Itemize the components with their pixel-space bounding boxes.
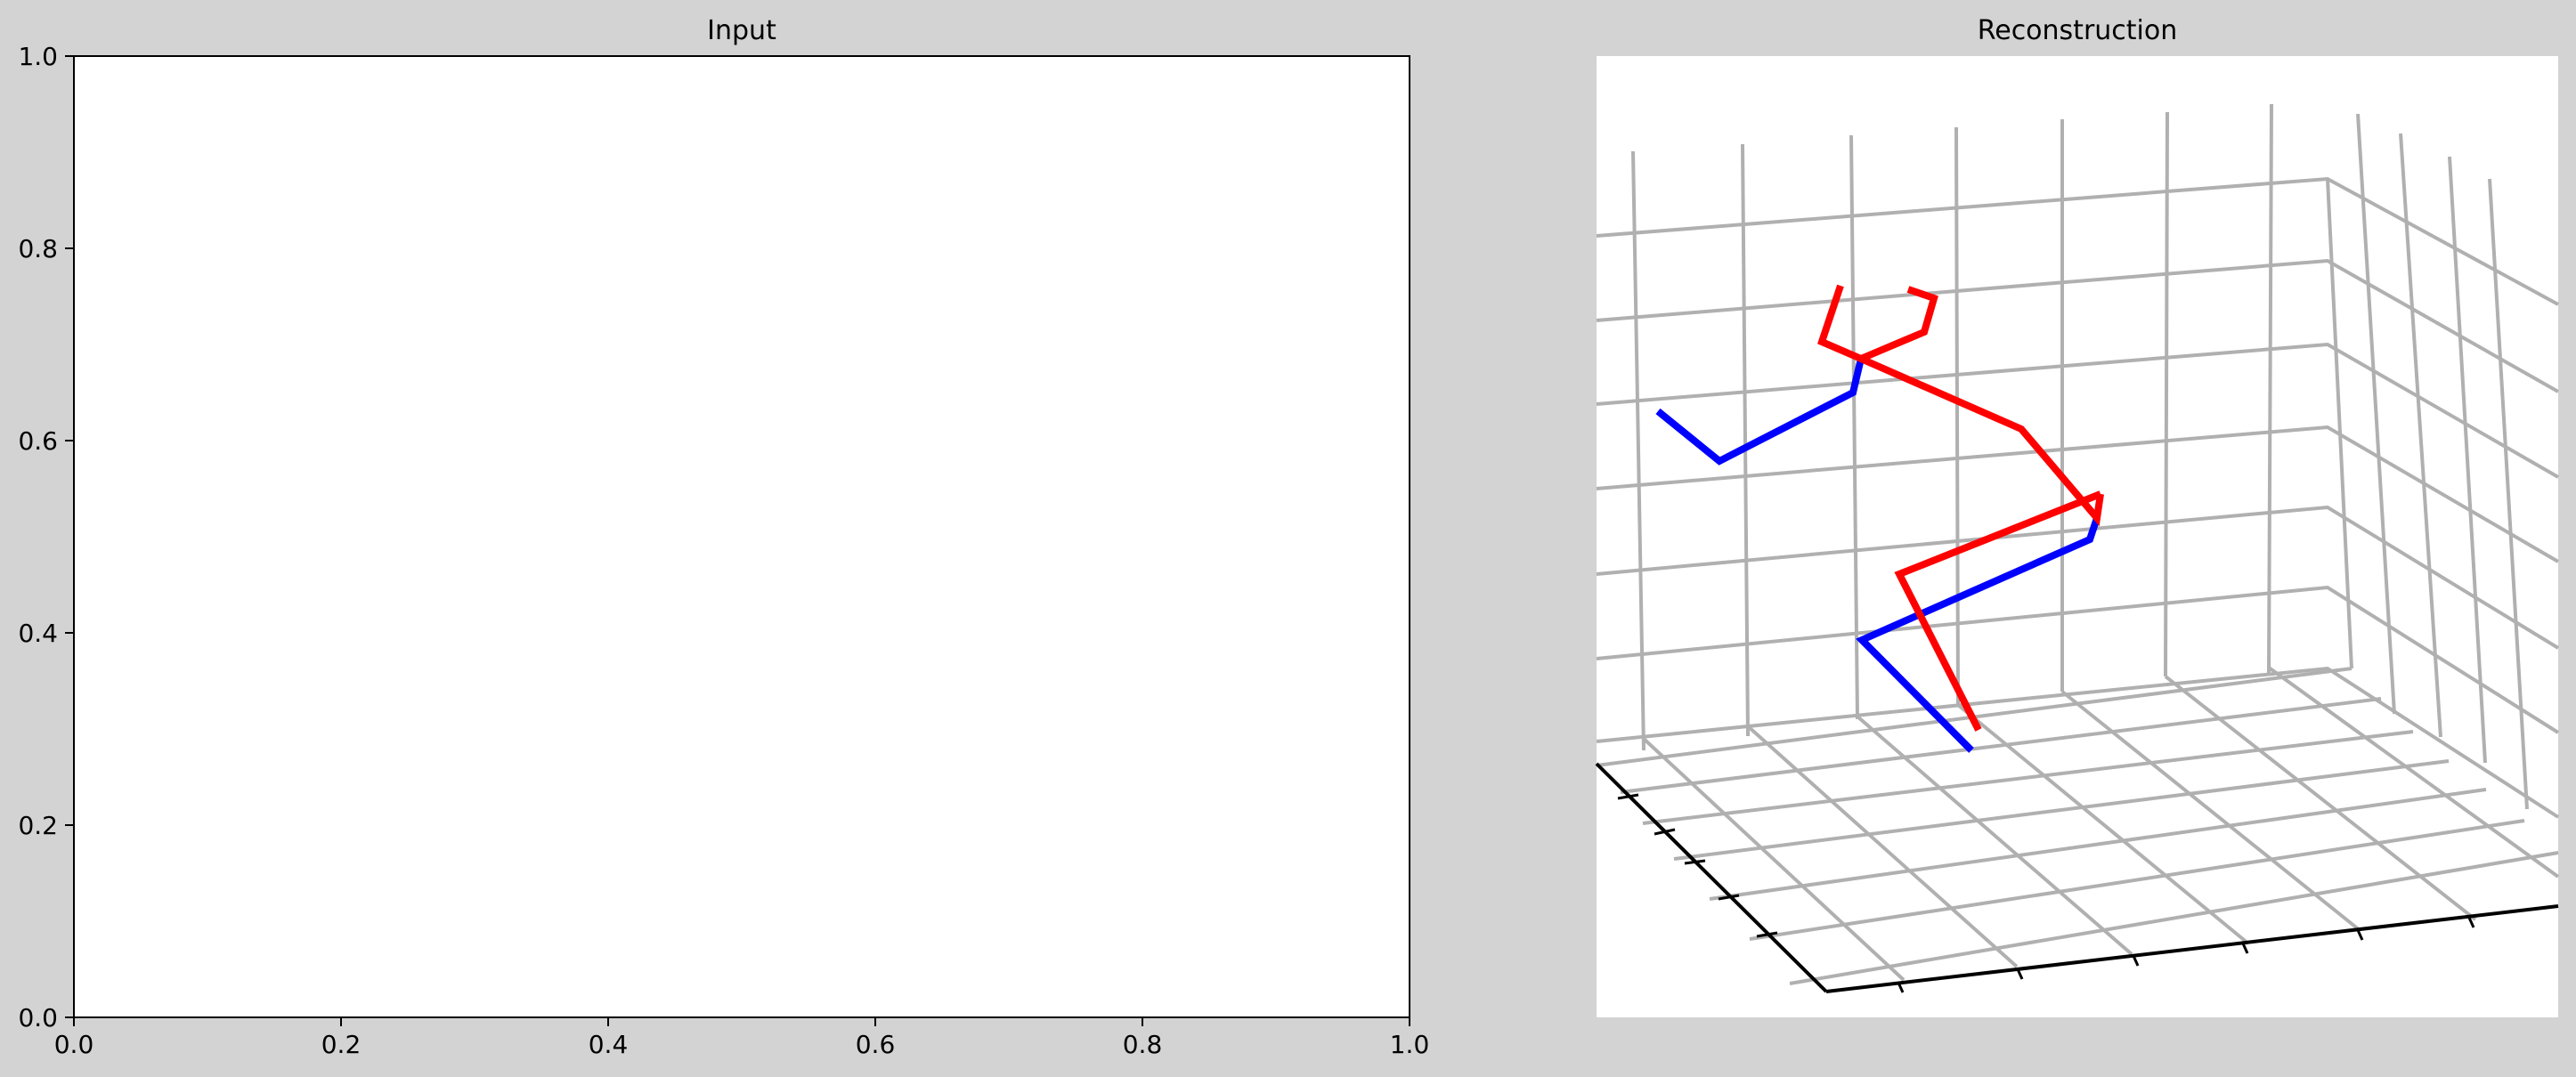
y-tick-label: 0.0 xyxy=(18,1003,58,1032)
y-tick-label: 0.8 xyxy=(18,234,58,263)
reconstruction-panel: Reconstruction xyxy=(1595,15,2560,1017)
back-wall-vline xyxy=(1954,126,1960,706)
back-wall-vline xyxy=(2164,111,2169,677)
x-tick-label: 0.8 xyxy=(1123,1030,1163,1059)
x-tick-label: 1.0 xyxy=(1390,1030,1430,1059)
y-tick-label: 0.2 xyxy=(18,811,58,840)
reconstruction-title: Reconstruction xyxy=(1978,15,2178,46)
y-tick-label: 0.4 xyxy=(18,619,58,648)
x-tick-label: 0.6 xyxy=(856,1030,896,1059)
x-tick-label: 0.0 xyxy=(54,1030,94,1059)
input-axes-frame xyxy=(73,55,1410,1018)
x-tick-label: 0.2 xyxy=(321,1030,362,1059)
x-tick-label: 0.4 xyxy=(589,1030,629,1059)
figure: Input 0.0 0.2 0.4 0.6 0.8 1.0 0.0 0.2 0.4 0.6 0.8… xyxy=(0,0,2576,1077)
y-tick-label: 1.0 xyxy=(18,42,58,71)
y-tick-label: 0.6 xyxy=(18,426,58,456)
input-panel: Input 0.0 0.2 0.4 0.6 0.8 1.0 0.0 0.2 0.4 0.6 0.8… xyxy=(18,15,1429,1059)
input-title: Input xyxy=(707,15,776,46)
